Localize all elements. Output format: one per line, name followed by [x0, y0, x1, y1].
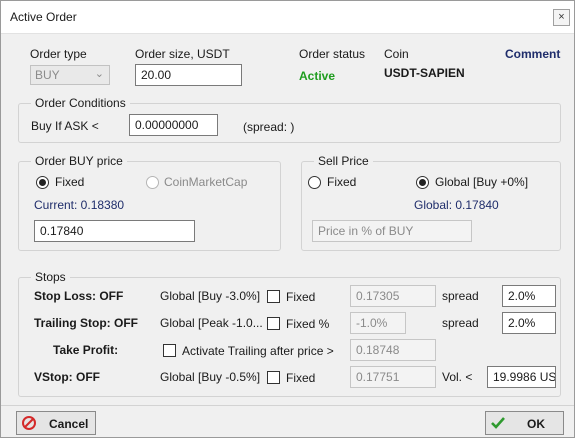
take-profit-value-input[interactable]: 0.18748 — [350, 339, 436, 361]
sell-fixed-radio[interactable] — [308, 176, 321, 189]
order-size-input[interactable]: 20.00 — [135, 64, 242, 86]
checkmark-icon — [491, 417, 505, 429]
take-profit-label: Take Profit: — [53, 343, 119, 357]
active-order-window: Active Order × Order type BUY ⌄ Order si… — [0, 0, 575, 438]
ok-button[interactable]: OK — [485, 411, 564, 435]
footer-divider — [1, 405, 574, 406]
stop-loss-spread-label: spread — [442, 289, 479, 303]
window-title: Active Order — [10, 10, 77, 24]
order-type-label: Order type — [30, 47, 87, 61]
order-type-select[interactable]: BUY ⌄ — [30, 65, 110, 85]
ok-label: OK — [527, 417, 545, 431]
order-conditions-title: Order Conditions — [31, 96, 130, 110]
cancel-label: Cancel — [49, 417, 89, 431]
coin-label: Coin — [384, 47, 409, 61]
stop-loss-value-input[interactable]: 0.17305 — [350, 285, 436, 307]
close-icon: × — [558, 11, 565, 23]
order-buy-price-title: Order BUY price — [31, 154, 127, 168]
trailing-spread-input[interactable]: 2.0% — [502, 312, 556, 334]
buy-fixed-radio[interactable] — [36, 176, 49, 189]
trailing-fixed-percent-checkbox[interactable] — [267, 317, 280, 330]
stop-loss-fixed-checkbox[interactable] — [267, 290, 280, 303]
buy-if-input[interactable]: 0.00000000 — [129, 114, 218, 136]
close-button[interactable]: × — [553, 9, 570, 26]
chevron-down-icon: ⌄ — [94, 68, 104, 80]
spread-text: (spread: ) — [243, 120, 295, 134]
buy-cmc-label: CoinMarketCap — [164, 175, 248, 189]
vstop-value-input[interactable]: 0.17751 — [350, 366, 436, 388]
stop-loss-spread-input[interactable]: 2.0% — [502, 285, 556, 307]
trailing-value-input[interactable]: -1.0% — [350, 312, 406, 334]
coin-value: USDT-SAPIEN — [384, 66, 465, 80]
sell-percent-input[interactable]: Price in % of BUY — [312, 220, 472, 242]
current-price-text: Current: 0.18380 — [34, 198, 125, 212]
stop-loss-label: Stop Loss: OFF — [34, 289, 124, 303]
buy-price-input[interactable]: 0.17840 — [34, 220, 195, 242]
trailing-spread-label: spread — [442, 316, 479, 330]
comment-link[interactable]: Comment — [505, 47, 560, 61]
order-status-value: Active — [299, 69, 336, 83]
activate-trailing-label: Activate Trailing after price > — [182, 344, 334, 358]
sell-price-title: Sell Price — [314, 154, 373, 168]
trailing-stop-label: Trailing Stop: OFF — [34, 316, 138, 330]
order-status-label: Order status — [299, 47, 366, 61]
cancel-button[interactable]: Cancel — [16, 411, 96, 435]
title-bar: Active Order × — [1, 1, 574, 34]
vstop-fixed-checkbox[interactable] — [267, 371, 280, 384]
order-type-value: BUY — [35, 68, 60, 82]
vstop-vol-input[interactable]: 19.9986 US — [487, 366, 556, 388]
sell-global-label: Global [Buy +0%] — [435, 175, 529, 189]
buy-fixed-label: Fixed — [55, 175, 85, 189]
stop-loss-global: Global [Buy -3.0%] — [160, 289, 261, 303]
sell-global-text: Global: 0.17840 — [414, 198, 499, 212]
activate-trailing-checkbox[interactable] — [163, 344, 176, 357]
buy-cmc-radio[interactable] — [146, 176, 159, 189]
vstop-fixed-label: Fixed — [286, 371, 316, 385]
vstop-vol-label: Vol. < — [442, 370, 473, 384]
sell-fixed-label: Fixed — [327, 175, 357, 189]
vstop-label: VStop: OFF — [34, 370, 100, 384]
stops-title: Stops — [31, 270, 70, 284]
trailing-fixed-percent-label: Fixed % — [286, 317, 330, 331]
order-size-label: Order size, USDT — [135, 47, 230, 61]
stop-loss-fixed-label: Fixed — [286, 290, 316, 304]
vstop-global: Global [Buy -0.5%] — [160, 370, 261, 384]
buy-if-label: Buy If ASK < — [31, 119, 99, 133]
cancel-icon — [22, 416, 36, 430]
sell-global-radio[interactable] — [416, 176, 429, 189]
trailing-stop-global: Global [Peak -1.0... — [160, 316, 263, 330]
